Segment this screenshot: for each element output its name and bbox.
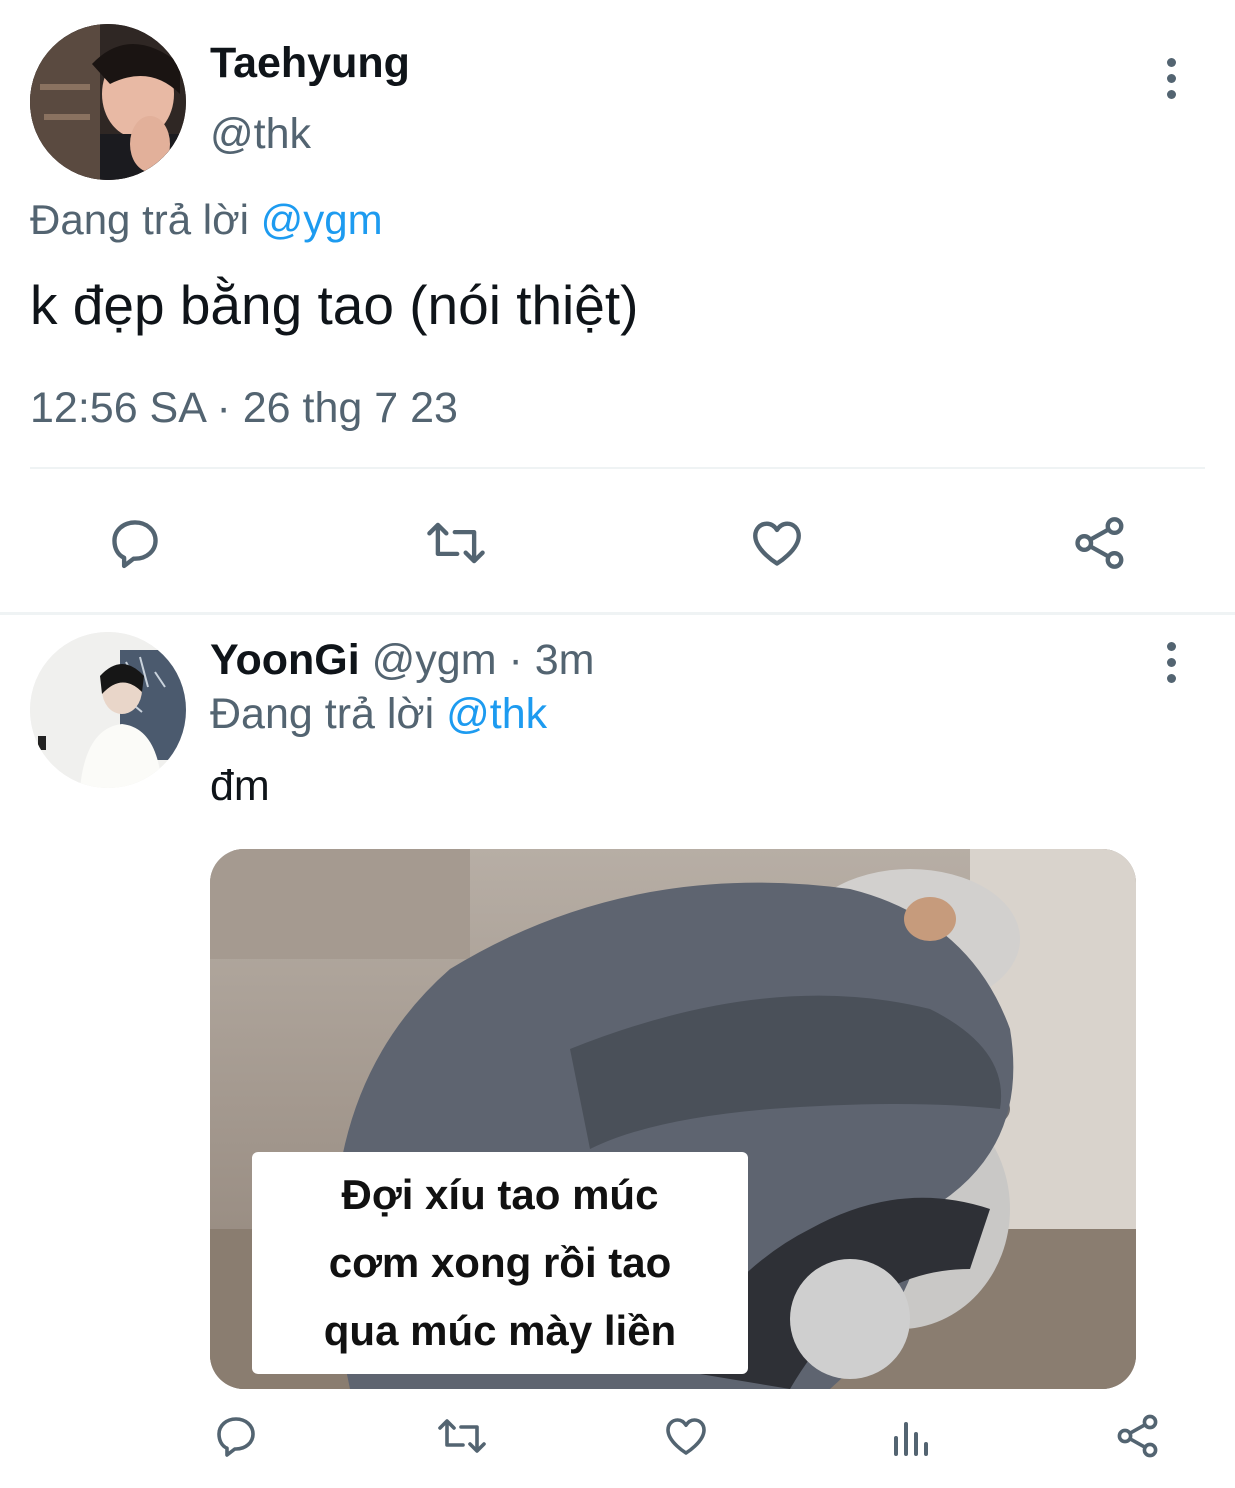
avatar-yoongi[interactable]: [30, 632, 186, 788]
reply-retweet-button[interactable]: [432, 1408, 492, 1464]
reply-button[interactable]: [100, 508, 170, 578]
reply-context-2: Đang trả lời @thk: [210, 688, 547, 740]
reply-views-button[interactable]: [884, 1408, 940, 1464]
caption-line: Đợi xíu tao múc: [341, 1171, 659, 1218]
reply-reply-button[interactable]: [208, 1408, 264, 1464]
reply-icon: [217, 1417, 255, 1457]
like-button[interactable]: [742, 508, 812, 578]
reply-prefix: Đang trả lời: [30, 196, 249, 243]
header-separator: ·: [508, 636, 523, 684]
author-name[interactable]: Taehyung: [210, 38, 410, 88]
reply-author-handle[interactable]: @ygm: [372, 636, 497, 684]
reply-time[interactable]: 3m: [535, 636, 595, 684]
reply-like-button[interactable]: [658, 1408, 714, 1464]
reply-more-options-icon[interactable]: [1165, 642, 1177, 690]
like-icon: [666, 1418, 706, 1455]
tweet-timestamp[interactable]: 12:56 SA · 26 thg 7 23: [30, 382, 458, 434]
reply-prefix-2: Đang trả lời: [210, 690, 435, 738]
reply-author-name[interactable]: YoonGi: [210, 636, 360, 684]
reply-to-link[interactable]: @ygm: [261, 196, 383, 243]
reply-to-link-2[interactable]: @thk: [446, 690, 547, 738]
share-button[interactable]: [1065, 508, 1135, 578]
reply-context: Đang trả lời @ygm: [30, 195, 383, 245]
section-divider: [0, 612, 1235, 615]
caption-line: qua múc mày liền: [323, 1307, 677, 1354]
reply-icon: [112, 520, 158, 569]
views-icon: [894, 1422, 928, 1456]
media-image[interactable]: Đợi xíu tao múc cơm xong rồi tao qua múc…: [210, 849, 1136, 1389]
tweet-text: k đẹp bằng tao (nói thiệt): [30, 274, 639, 336]
retweet-icon: [427, 522, 485, 564]
author-handle[interactable]: @thk: [210, 108, 311, 160]
reply-header: YoonGi @ygm · 3m: [210, 634, 595, 686]
avatar-taehyung[interactable]: [30, 24, 186, 180]
share-icon: [1075, 517, 1124, 569]
retweet-icon: [438, 1419, 486, 1453]
caption-line: cơm xong rồi tao: [328, 1239, 672, 1286]
media-caption-box: Đợi xíu tao múc cơm xong rồi tao qua múc…: [252, 1152, 748, 1374]
share-icon: [1117, 1414, 1158, 1458]
reply-text: đm: [210, 762, 270, 810]
like-icon: [753, 521, 801, 566]
more-options-icon[interactable]: [1165, 58, 1177, 106]
divider: [30, 467, 1205, 469]
retweet-button[interactable]: [420, 508, 492, 578]
reply-share-button[interactable]: [1110, 1408, 1166, 1464]
